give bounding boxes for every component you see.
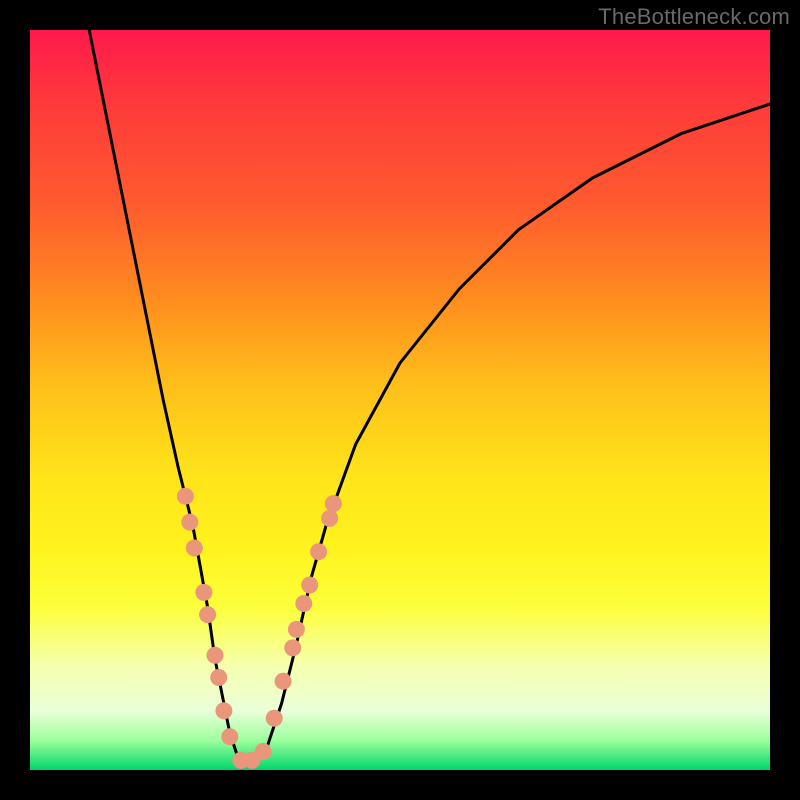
watermark-text: TheBottleneck.com	[598, 4, 790, 30]
plot-gradient-background	[30, 30, 770, 770]
chart-container: TheBottleneck.com	[0, 0, 800, 800]
